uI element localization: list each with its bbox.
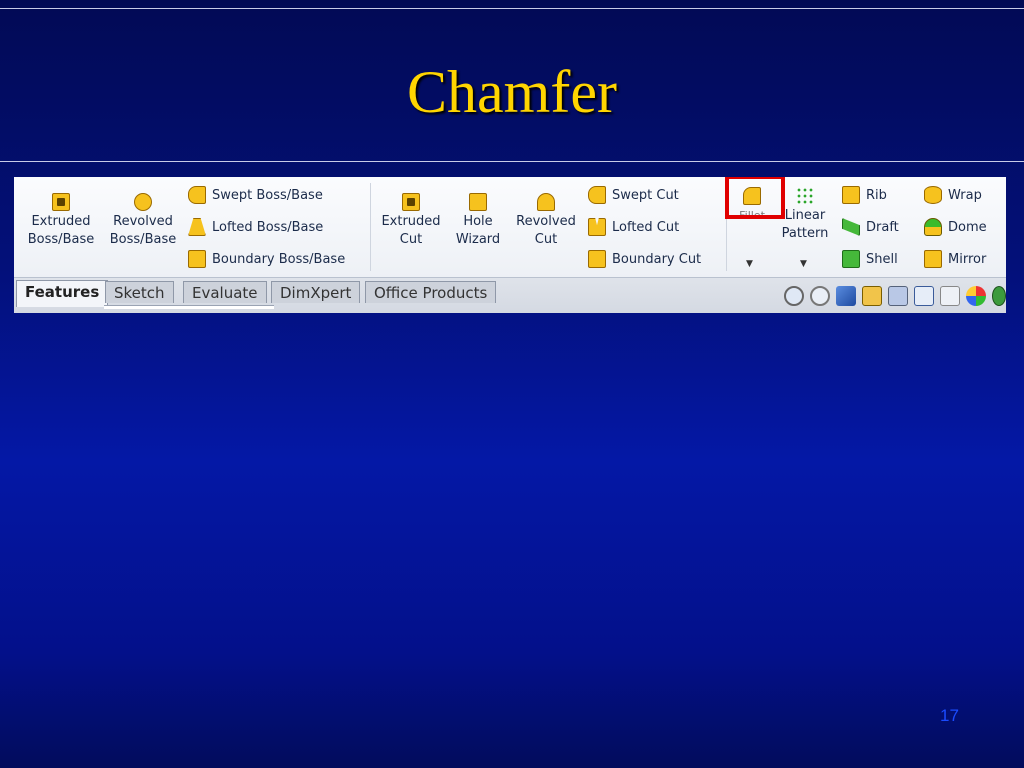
view-orientation-icon[interactable] (888, 286, 908, 306)
slide-number: 17 (940, 706, 959, 725)
edit-appearance-icon[interactable] (966, 286, 986, 306)
title-rule (0, 161, 1024, 162)
swept-cut-icon (588, 186, 606, 204)
mirror-icon (924, 250, 942, 268)
draft-label: Draft (866, 219, 899, 235)
mirror-button[interactable]: Mirror (924, 248, 986, 270)
dome-label: Dome (948, 219, 987, 235)
boundary-boss-label: Boundary Boss/Base (212, 251, 346, 267)
fillet-dropdown-arrow[interactable]: ▼ (746, 259, 753, 269)
ribbon-separator (370, 183, 371, 271)
wrap-icon (924, 186, 942, 204)
linear-pattern-dropdown-arrow[interactable]: ▼ (800, 259, 807, 269)
lofted-boss-icon (188, 218, 206, 236)
boundary-cut-icon (588, 250, 606, 268)
revolved-cut-button[interactable]: Revolved Cut (510, 193, 582, 249)
extruded-cut-label: Extruded Cut (381, 214, 441, 247)
linear-pattern-button[interactable]: Linear Pattern (778, 187, 832, 243)
extruded-boss-label: Extruded Boss/Base (27, 214, 95, 247)
boundary-boss-icon (188, 250, 206, 268)
swept-cut-button[interactable]: Swept Cut (588, 184, 679, 206)
tab-features[interactable]: Features (16, 280, 109, 307)
extruded-cut-button[interactable]: Extruded Cut (374, 193, 448, 249)
rib-icon (842, 186, 860, 204)
dome-button[interactable]: Dome (924, 216, 987, 238)
commandmanager-tabbar: Features Sketch Evaluate DimXpert Office… (14, 277, 1006, 313)
tab-evaluate[interactable]: Evaluate (183, 281, 267, 303)
section-view-icon[interactable] (862, 286, 882, 306)
shell-label: Shell (866, 251, 898, 267)
extruded-cut-icon (402, 193, 420, 211)
revolved-boss-button[interactable]: Revolved Boss/Base (106, 193, 180, 249)
revolved-cut-label: Revolved Cut (516, 214, 576, 247)
tab-sketch[interactable]: Sketch (105, 281, 174, 303)
mirror-label: Mirror (948, 251, 987, 267)
lofted-cut-button[interactable]: Lofted Cut (588, 216, 679, 238)
rib-label: Rib (866, 187, 887, 203)
revolved-cut-icon (537, 193, 555, 211)
dome-icon (924, 218, 942, 236)
hole-wizard-button[interactable]: Hole Wizard (450, 193, 506, 249)
linear-pattern-icon (796, 187, 814, 205)
display-style-icon[interactable] (914, 286, 934, 306)
tab-dimxpert[interactable]: DimXpert (271, 281, 361, 303)
lofted-cut-label: Lofted Cut (612, 219, 680, 235)
zoom-to-fit-icon[interactable] (784, 286, 804, 306)
slide-title: Chamfer (407, 59, 617, 125)
boundary-cut-button[interactable]: Boundary Cut (588, 248, 701, 270)
lofted-boss-label: Lofted Boss/Base (212, 219, 324, 235)
hide-show-items-icon[interactable] (940, 286, 960, 306)
tab-office-products[interactable]: Office Products (365, 281, 497, 303)
apply-scene-icon[interactable] (992, 286, 1006, 306)
boundary-cut-label: Boundary Cut (612, 251, 702, 267)
shell-button[interactable]: Shell (842, 248, 898, 270)
zoom-to-area-icon[interactable] (810, 286, 830, 306)
lofted-cut-icon (588, 218, 606, 236)
commandmanager-ribbon: Extruded Boss/Base Revolved Boss/Base Sw… (14, 177, 1006, 313)
rib-button[interactable]: Rib (842, 184, 887, 206)
extruded-boss-icon (52, 193, 70, 211)
revolved-boss-icon (134, 193, 152, 211)
shell-icon (842, 250, 860, 268)
previous-view-icon[interactable] (836, 286, 856, 306)
linear-pattern-label: Linear Pattern (781, 208, 829, 241)
lofted-boss-button[interactable]: Lofted Boss/Base (188, 216, 323, 238)
wrap-label: Wrap (948, 187, 982, 203)
hole-wizard-label: Hole Wizard (455, 214, 501, 247)
boundary-boss-button[interactable]: Boundary Boss/Base (188, 248, 345, 270)
hole-wizard-icon (469, 193, 487, 211)
swept-boss-button[interactable]: Swept Boss/Base (188, 184, 323, 206)
fillet-highlight-box (725, 177, 785, 219)
draft-button[interactable]: Draft (842, 216, 899, 238)
swept-boss-icon (188, 186, 206, 204)
wrap-button[interactable]: Wrap (924, 184, 982, 206)
swept-cut-label: Swept Cut (612, 187, 679, 203)
feature-tree-edge (104, 305, 274, 309)
heads-up-view-toolbar (784, 286, 1006, 306)
revolved-boss-label: Revolved Boss/Base (109, 214, 177, 247)
draft-icon (842, 218, 860, 236)
top-rule (0, 8, 1024, 9)
swept-boss-label: Swept Boss/Base (212, 187, 323, 203)
extruded-boss-button[interactable]: Extruded Boss/Base (22, 193, 100, 249)
